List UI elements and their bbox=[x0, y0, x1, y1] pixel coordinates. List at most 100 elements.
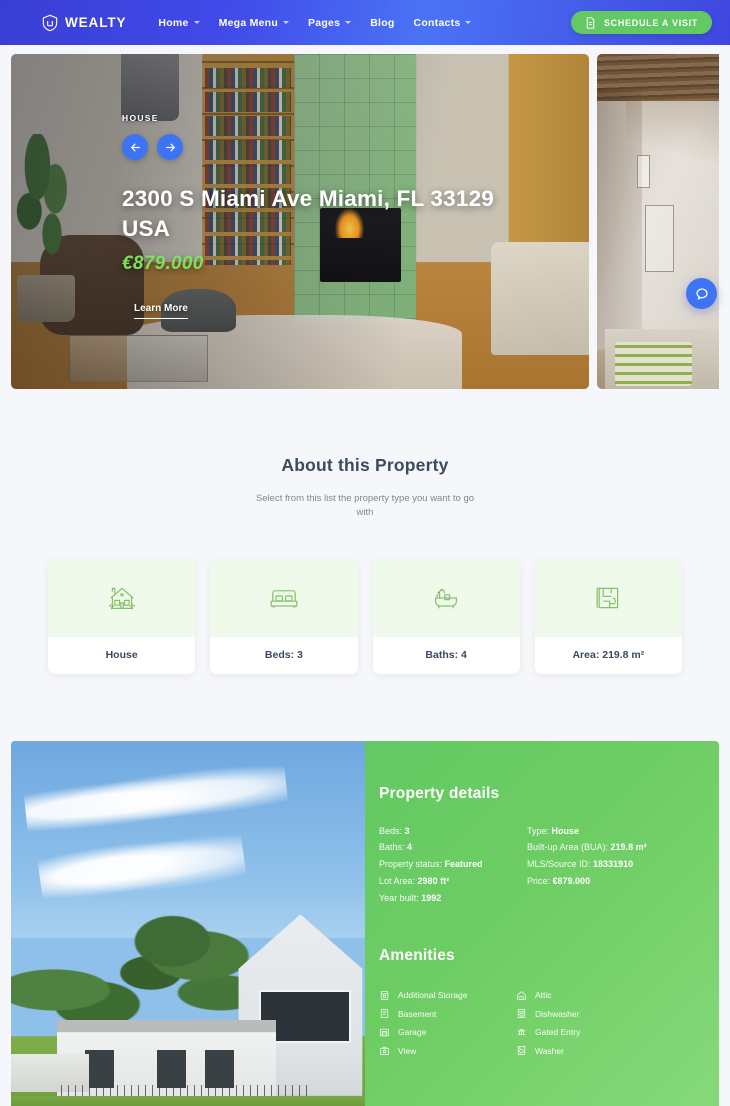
hero-image-living-room bbox=[11, 54, 589, 389]
nav-item-blog[interactable]: Blog bbox=[370, 17, 394, 29]
spec-label: Baths: bbox=[379, 842, 405, 853]
bed-icon bbox=[270, 589, 298, 608]
amenity-label: Dishwasher bbox=[535, 1008, 580, 1019]
spec-column-left: Beds: 3 Baths: 4 Property status: Featur… bbox=[379, 823, 527, 908]
learn-more-link[interactable]: Learn More bbox=[134, 303, 188, 319]
spec-value: 4 bbox=[407, 842, 413, 853]
amenities-title: Amenities bbox=[379, 947, 455, 965]
amenity-item: Additional Storage bbox=[379, 986, 516, 1005]
spec-value: 2980 ft² bbox=[417, 876, 450, 887]
card-label: Beds: 3 bbox=[264, 649, 303, 661]
card-label: House bbox=[105, 649, 138, 661]
nav-item-home[interactable]: Home bbox=[158, 16, 200, 29]
hero-next-button[interactable] bbox=[157, 134, 183, 160]
spec-row: Lot Area: 2980 ft² bbox=[379, 873, 527, 890]
hero-slide-next[interactable] bbox=[597, 54, 719, 389]
spec-value: 219.8 m² bbox=[610, 842, 647, 853]
spec-label: Beds: bbox=[379, 825, 403, 836]
spec-label: Property status: bbox=[379, 859, 443, 870]
spec-label: Year built: bbox=[379, 893, 419, 904]
card-icon-area bbox=[210, 558, 358, 637]
chevron-down-icon bbox=[465, 21, 472, 24]
amenity-label: Attic bbox=[535, 990, 552, 1001]
amenity-label: Washer bbox=[535, 1045, 564, 1056]
hero-nav-arrows bbox=[122, 134, 719, 160]
hero-slider: HOUSE 2300 S Miami Ave Miami, FL 33129 U… bbox=[11, 54, 719, 389]
spec-value: Featured bbox=[444, 859, 483, 870]
dishwasher-icon bbox=[517, 1009, 526, 1018]
card-icon-area bbox=[534, 558, 682, 637]
spec-label: MLS/Source ID: bbox=[527, 859, 591, 870]
card-icon-area bbox=[48, 558, 196, 637]
spec-grid: Beds: 3 Baths: 4 Property status: Featur… bbox=[379, 823, 719, 908]
nav-label: Mega Menu bbox=[218, 16, 279, 29]
amenity-item: Washer bbox=[516, 1042, 653, 1061]
property-details-section: Property details Beds: 3 Baths: 4 Proper… bbox=[11, 740, 719, 1106]
spec-value: 1992 bbox=[421, 893, 442, 904]
nav-label: Pages bbox=[308, 16, 341, 29]
card-label: Area: 219.8 m² bbox=[572, 649, 645, 661]
spec-value: 3 bbox=[404, 825, 410, 836]
card-label: Baths: 4 bbox=[425, 649, 467, 661]
spec-row: Beds: 3 bbox=[379, 823, 527, 840]
amenity-label: Gated Entry bbox=[535, 1027, 581, 1038]
nav-item-pages[interactable]: Pages bbox=[308, 16, 352, 29]
nav-item-mega-menu[interactable]: Mega Menu bbox=[218, 16, 290, 29]
spec-row: Type: House bbox=[527, 823, 697, 840]
amenities-column-right: Attic Dishwasher Gated Entry Washer bbox=[516, 986, 653, 1060]
property-feature-cards: House Beds: 3 Baths: 4 Area: 219.8 m² bbox=[0, 521, 730, 674]
feature-card-house[interactable]: House bbox=[48, 558, 196, 674]
amenity-label: Basement bbox=[398, 1008, 437, 1019]
chat-fab-button[interactable] bbox=[686, 278, 717, 309]
about-subtitle: Select from this list the property type … bbox=[255, 493, 475, 519]
logo[interactable]: WEALTY bbox=[42, 14, 126, 32]
amenity-item: Dishwasher bbox=[516, 1005, 653, 1024]
document-icon bbox=[586, 16, 595, 29]
hero-prev-button[interactable] bbox=[122, 134, 148, 160]
nav-item-contacts[interactable]: Contacts bbox=[414, 17, 472, 29]
gate-icon bbox=[517, 1028, 526, 1035]
spec-value: 18331910 bbox=[593, 859, 634, 870]
bathtub-icon bbox=[435, 588, 458, 608]
about-title: About this Property bbox=[281, 455, 449, 475]
nav-label: Home bbox=[158, 16, 189, 29]
feature-card-area[interactable]: Area: 219.8 m² bbox=[534, 558, 682, 674]
amenities-column-left: Additional Storage Basement Garage View bbox=[379, 986, 516, 1060]
details-panel: Property details Beds: 3 Baths: 4 Proper… bbox=[365, 740, 719, 1106]
spec-value: House bbox=[551, 825, 580, 836]
amenity-item: Garage bbox=[379, 1023, 516, 1042]
basement-icon bbox=[380, 1009, 389, 1018]
schedule-a-visit-button[interactable]: SCHEDULE A VISIT bbox=[570, 11, 712, 34]
card-icon-area bbox=[372, 558, 520, 637]
site-header: WEALTY Home Mega Menu Pages Blog Contact… bbox=[0, 0, 730, 45]
garage-icon bbox=[380, 1028, 389, 1036]
amenity-label: Garage bbox=[398, 1027, 427, 1038]
arrow-right-icon bbox=[165, 143, 175, 151]
washer-icon bbox=[517, 1046, 526, 1055]
amenity-item: View bbox=[379, 1042, 516, 1061]
storage-icon bbox=[380, 991, 389, 1000]
amenity-label: View bbox=[398, 1045, 417, 1056]
feature-card-beds[interactable]: Beds: 3 bbox=[210, 558, 358, 674]
amenities-grid: Additional Storage Basement Garage View bbox=[379, 986, 719, 1060]
house-icon bbox=[108, 587, 135, 609]
about-section: About this Property Select from this lis… bbox=[0, 389, 730, 521]
spec-label: Type: bbox=[527, 825, 550, 836]
chat-bubble-icon bbox=[695, 287, 708, 300]
spec-row: MLS/Source ID: 18331910 bbox=[527, 856, 697, 873]
chevron-down-icon bbox=[193, 21, 200, 24]
spec-label: Lot Area: bbox=[379, 876, 416, 887]
spec-row: Price: €879.000 bbox=[527, 873, 697, 890]
feature-card-baths[interactable]: Baths: 4 bbox=[372, 558, 520, 674]
hero-slide-current[interactable] bbox=[11, 54, 589, 389]
chevron-down-icon bbox=[345, 21, 352, 24]
attic-icon bbox=[517, 990, 526, 1000]
spec-row: Property status: Featured bbox=[379, 856, 527, 873]
property-details-title: Property details bbox=[379, 784, 500, 802]
chevron-down-icon bbox=[283, 21, 290, 24]
amenity-item: Gated Entry bbox=[516, 1023, 653, 1042]
nav-label: Blog bbox=[370, 16, 395, 29]
amenity-item: Attic bbox=[516, 986, 653, 1005]
logo-text: WEALTY bbox=[65, 15, 127, 30]
main-nav: Home Mega Menu Pages Blog Contacts bbox=[158, 16, 472, 29]
